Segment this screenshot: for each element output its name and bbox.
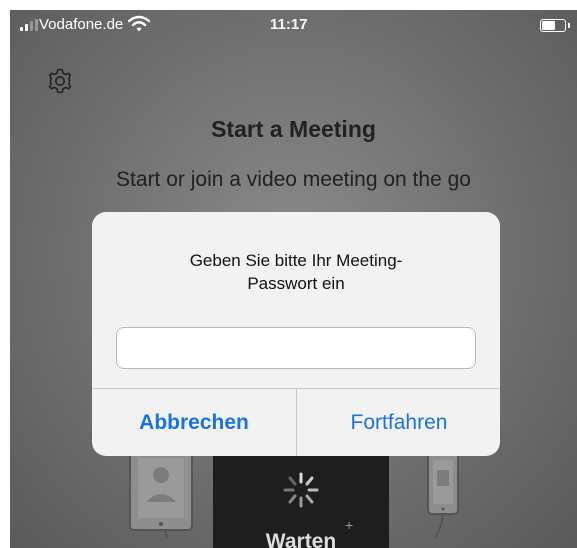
status-bar: Vodafone.de 11:17 — [10, 10, 577, 40]
page-subtitle: Start or join a video meeting on the go — [116, 168, 471, 191]
spinner-icon — [283, 472, 319, 508]
phone-right-icon — [427, 451, 459, 515]
wifi-icon — [128, 15, 150, 32]
waiting-label: Warten — [265, 530, 337, 548]
cancel-button[interactable]: Abbrechen — [92, 389, 296, 456]
carrier-name: Vodafone.de — [39, 16, 124, 33]
clock: 11:17 — [270, 16, 308, 33]
dialog-message: Geben Sie bitte Ihr Meeting- Passwort ei… — [132, 249, 460, 295]
dialog-message-line1: Geben Sie bitte Ihr Meeting- — [189, 251, 403, 270]
battery-icon — [540, 19, 570, 32]
phone-left-icon — [129, 449, 193, 531]
password-dialog: Geben Sie bitte Ihr Meeting- Passwort ei… — [92, 212, 500, 456]
gear-icon[interactable] — [46, 67, 74, 95]
app-screen: Vodafone.de 11:17 Start a Meeting Start … — [10, 10, 577, 548]
continue-button[interactable]: Fortfahren — [297, 389, 500, 456]
password-field[interactable] — [116, 327, 476, 369]
page-title: Start a Meeting — [211, 116, 376, 142]
dialog-message-line2: Passwort ein — [247, 274, 345, 293]
